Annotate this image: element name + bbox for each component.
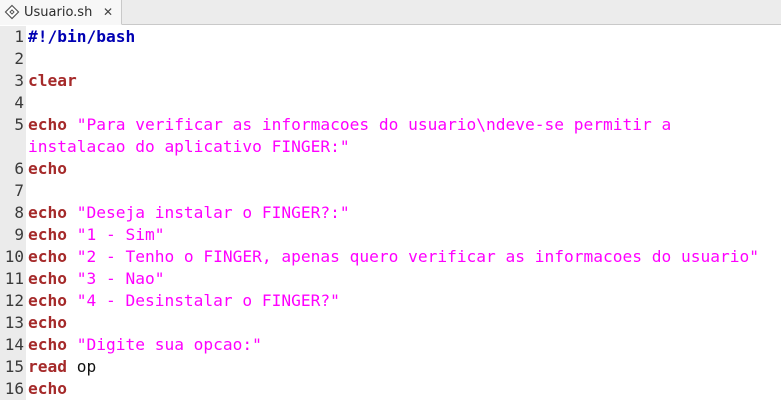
string-token: "3 - Nao"	[76, 269, 165, 288]
close-icon[interactable]: ✕	[101, 5, 115, 19]
code-line[interactable]: 15 read op	[0, 356, 781, 378]
string-token: "Digite sua opcao:"	[76, 335, 262, 354]
code-editor[interactable]: 1 #!/bin/bash 2 3 clear 4 5 echo "Para verifica…	[0, 26, 781, 400]
tab-usuario-sh[interactable]: Usuario.sh ✕	[0, 0, 122, 25]
line-number: 10	[4, 247, 24, 266]
code-text: clear	[28, 70, 77, 92]
line-number: 6	[14, 159, 24, 178]
code-text: echo	[28, 378, 67, 400]
code-text: echo "Digite sua opcao:"	[28, 334, 262, 356]
code-line[interactable]: 1 #!/bin/bash	[0, 26, 781, 48]
code-line[interactable]: 7	[0, 180, 781, 202]
code-line[interactable]: 10 echo "2 - Tenho o FINGER, apenas quero…	[0, 246, 781, 268]
keyword-token: echo	[28, 291, 67, 310]
line-number: 9	[14, 225, 24, 244]
line-number: 13	[4, 313, 24, 332]
keyword-token: echo	[28, 159, 67, 178]
code-line[interactable]: 12 echo "4 - Desinstalar o FINGER?"	[0, 290, 781, 312]
tab-title: Usuario.sh	[24, 5, 93, 20]
keyword-token: echo	[28, 203, 67, 222]
code-line[interactable]: 2	[0, 48, 781, 70]
keyword-token: echo	[28, 313, 67, 332]
code-line[interactable]: 11 echo "3 - Nao"	[0, 268, 781, 290]
code-line[interactable]: 9 echo "1 - Sim"	[0, 224, 781, 246]
shebang-token: #!/bin/bash	[28, 27, 136, 46]
code-text: instalacao do aplicativo FINGER:"	[28, 136, 350, 158]
keyword-token: clear	[28, 71, 77, 90]
string-token: "Deseja instalar o FINGER?:"	[76, 203, 350, 222]
keyword-token: echo	[28, 335, 67, 354]
code-line[interactable]: 6 echo	[0, 158, 781, 180]
code-text: read op	[28, 356, 96, 378]
keyword-token: echo	[28, 115, 67, 134]
string-token: "Para verificar as informacoes do usuari…	[76, 115, 672, 134]
string-token: "4 - Desinstalar o FINGER?"	[76, 291, 340, 310]
code-text: echo	[28, 158, 67, 180]
code-text: echo "Para verificar as informacoes do u…	[28, 114, 671, 136]
string-token: "1 - Sim"	[76, 225, 165, 244]
line-number: 3	[14, 71, 24, 90]
line-number: 8	[14, 203, 24, 222]
line-number: 4	[14, 93, 24, 112]
code-line[interactable]: 5 echo "Para verificar as informacoes do …	[0, 114, 781, 136]
line-number: 7	[14, 181, 24, 200]
code-line[interactable]: 14 echo "Digite sua opcao:"	[0, 334, 781, 356]
line-number: 12	[4, 291, 24, 310]
line-number: 15	[4, 357, 24, 376]
tab-bar: Usuario.sh ✕	[0, 0, 781, 25]
string-token: "2 - Tenho o FINGER, apenas quero verifi…	[76, 247, 759, 266]
code-text: echo "4 - Desinstalar o FINGER?"	[28, 290, 340, 312]
file-icon	[4, 4, 20, 20]
keyword-token: echo	[28, 225, 67, 244]
code-line[interactable]: 3 clear	[0, 70, 781, 92]
keyword-token: read	[28, 357, 67, 376]
code-line[interactable]: 13 echo	[0, 312, 781, 334]
line-number: 1	[14, 27, 24, 46]
identifier-token: op	[76, 357, 97, 376]
keyword-token: echo	[28, 269, 67, 288]
code-text: echo "2 - Tenho o FINGER, apenas quero v…	[28, 246, 759, 268]
line-number: 16	[4, 379, 24, 398]
line-number: 5	[14, 115, 24, 134]
line-number: 2	[14, 49, 24, 68]
code-text: echo "Deseja instalar o FINGER?:"	[28, 202, 350, 224]
code-text: #!/bin/bash	[28, 26, 135, 48]
line-number: 14	[4, 335, 24, 354]
code-line[interactable]: 16 echo	[0, 378, 781, 400]
code-text: echo	[28, 312, 67, 334]
line-number: 11	[4, 269, 24, 288]
string-token: instalacao do aplicativo FINGER:"	[28, 137, 350, 156]
code-line[interactable]: 4	[0, 92, 781, 114]
code-line[interactable]: 8 echo "Deseja instalar o FINGER?:"	[0, 202, 781, 224]
code-line[interactable]: instalacao do aplicativo FINGER:"	[0, 136, 781, 158]
code-text: echo "1 - Sim"	[28, 224, 164, 246]
code-text: echo "3 - Nao"	[28, 268, 164, 290]
keyword-token: echo	[28, 247, 67, 266]
keyword-token: echo	[28, 379, 67, 398]
